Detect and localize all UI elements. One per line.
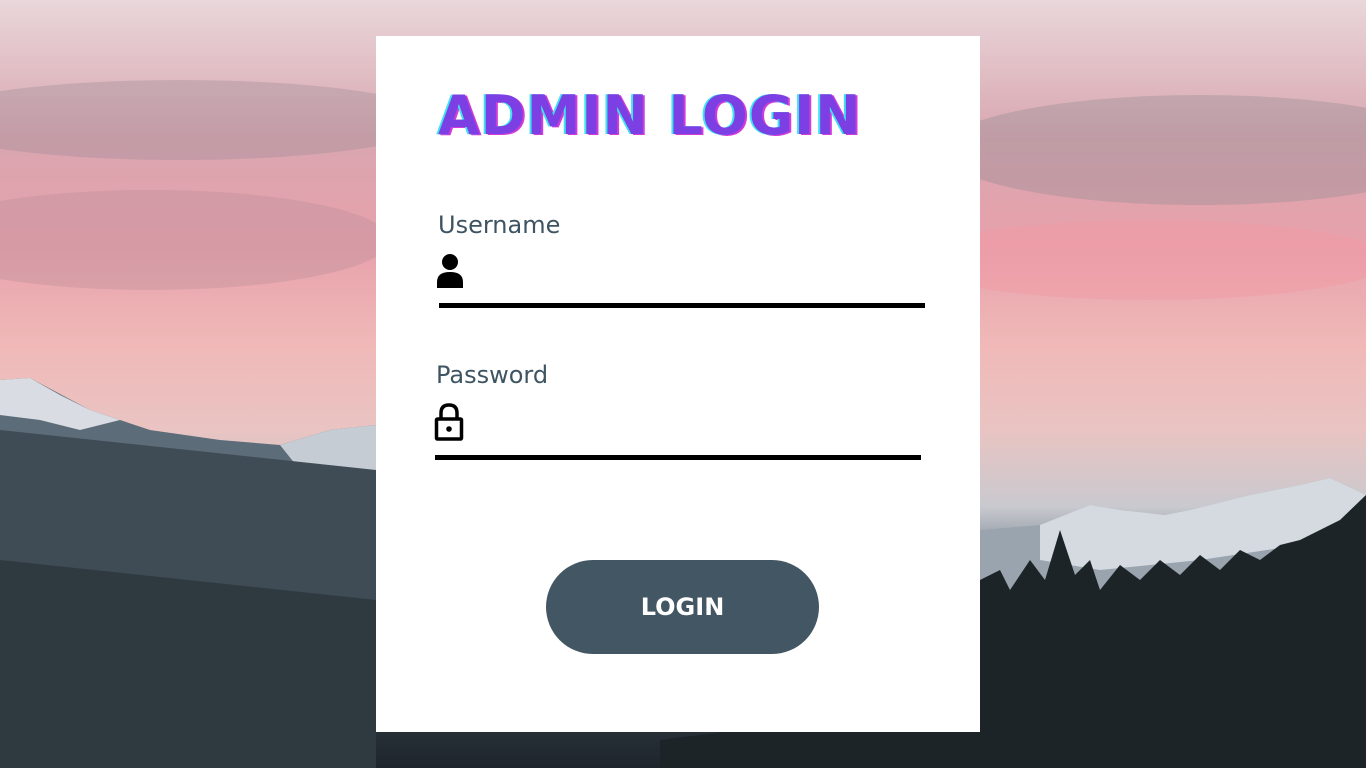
login-card: ADMIN LOGIN Username Password LOGIN: [376, 36, 980, 732]
password-input[interactable]: [474, 406, 920, 446]
user-icon: [436, 252, 466, 290]
username-label: Username: [438, 211, 561, 239]
password-label: Password: [436, 361, 549, 389]
login-button[interactable]: LOGIN: [546, 560, 819, 654]
password-underline: [435, 455, 921, 460]
username-underline: [439, 303, 925, 308]
page-title: ADMIN LOGIN: [438, 84, 862, 147]
username-input[interactable]: [476, 254, 924, 294]
lock-icon: [434, 402, 464, 441]
